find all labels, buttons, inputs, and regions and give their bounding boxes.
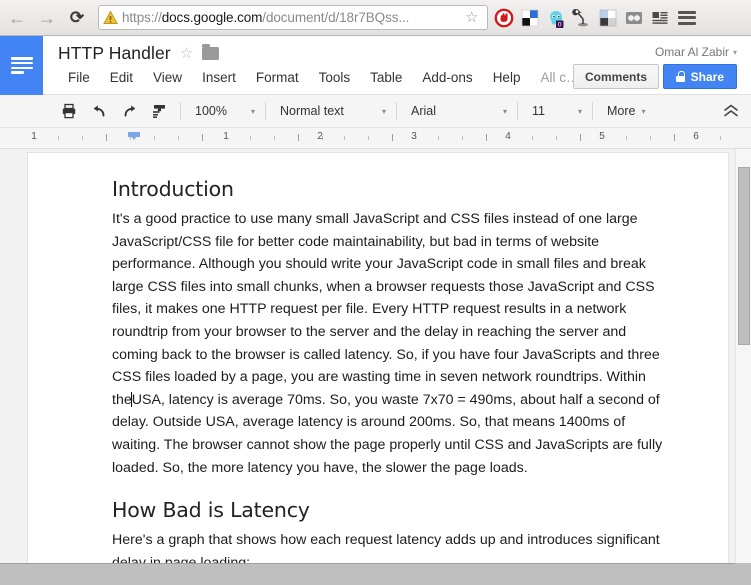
docs-logo-lines-icon — [10, 57, 33, 74]
menu-item-table[interactable]: Table — [360, 67, 412, 88]
chevron-down-icon: ▾ — [577, 106, 582, 116]
collapse-chevrons-icon[interactable] — [723, 104, 739, 118]
back-arrow-icon[interactable]: ← — [4, 5, 30, 31]
toolbar-separator — [265, 102, 266, 120]
document-body[interactable]: Introduction It's a good practice to use… — [28, 153, 728, 563]
menu-item-tools[interactable]: Tools — [309, 67, 361, 88]
font-family-dropdown[interactable]: Arial ▾ — [403, 99, 511, 123]
ruler-number: 2 — [317, 131, 323, 142]
url-text: https://docs.google.com/document/d/18r7B… — [122, 10, 410, 25]
page-title[interactable]: HTTP Handler — [58, 43, 171, 64]
heading-introduction: Introduction — [112, 177, 234, 201]
ruler-number: 3 — [411, 131, 417, 142]
more-options-dropdown[interactable]: More ▾ — [599, 99, 650, 123]
paragraph-text-after-caret: USA, latency is average 70ms. So, you wa… — [112, 391, 663, 476]
menu-item-addons[interactable]: Add-ons — [412, 67, 482, 88]
vertical-scrollbar-thumb[interactable] — [738, 167, 750, 345]
horizontal-scrollbar[interactable] — [0, 563, 751, 585]
share-button[interactable]: Share — [662, 64, 737, 89]
folder-icon[interactable] — [202, 44, 220, 60]
ruler-number: 6 — [693, 131, 699, 142]
format-toolbar: 100% ▾ Normal text ▾ Arial ▾ 11 ▾ More ▾ — [0, 95, 751, 128]
ruler-number: 1 — [223, 131, 229, 142]
chevron-down-icon: ▾ — [250, 106, 255, 116]
browser-chrome: ← → ⟳ https://docs.google.com/document/d… — [0, 0, 751, 36]
docs-app-header: HTTP Handler ☆ File Edit View Insert For… — [0, 36, 751, 95]
chevron-down-icon: ▾ — [502, 106, 507, 116]
paragraph-style-value: Normal text — [280, 104, 344, 118]
toolbar-separator — [517, 102, 518, 120]
menu-item-format[interactable]: Format — [246, 67, 309, 88]
adblock-stop-icon[interactable] — [494, 8, 514, 28]
warning-lock-icon — [103, 10, 118, 25]
toolbar-separator — [592, 102, 593, 120]
chevron-down-icon: ▾ — [381, 106, 386, 116]
more-label: More — [607, 104, 636, 118]
ruler-number: 5 — [599, 131, 605, 142]
toolbar-separator — [396, 102, 397, 120]
comments-button[interactable]: Comments — [572, 64, 659, 89]
extension-icon-bar: 0 — [494, 8, 670, 28]
zoom-dropdown[interactable]: 100% ▾ — [187, 99, 259, 123]
docs-menu-bar: File Edit View Insert Format Tools Table… — [58, 67, 589, 88]
checker-squares-icon[interactable] — [598, 8, 618, 28]
ruler-track: 1 1 2 3 4 5 6 — [28, 128, 728, 148]
reload-icon[interactable]: ⟳ — [64, 5, 90, 31]
indent-marker-icon[interactable] — [128, 132, 140, 140]
paragraph-how-bad-is-latency[interactable]: Here's a graph that shows how each reque… — [112, 529, 666, 563]
font-family-value: Arial — [411, 104, 437, 118]
hamburger-menu-icon[interactable] — [678, 10, 696, 25]
ruler-number: 1 — [31, 131, 37, 142]
menu-item-view[interactable]: View — [143, 67, 192, 88]
chevron-down-icon: ▾ — [641, 106, 646, 116]
user-account-menu[interactable]: Omar Al Zabir ▾ — [655, 45, 737, 59]
document-page[interactable]: Introduction It's a good practice to use… — [28, 153, 728, 563]
undo-icon[interactable] — [86, 99, 112, 123]
document-canvas[interactable]: Introduction It's a good practice to use… — [0, 149, 751, 563]
user-name-label: Omar Al Zabir — [654, 45, 729, 59]
two-circles-icon[interactable] — [624, 8, 644, 28]
svg-text:0: 0 — [558, 20, 562, 27]
ghostery-ghost-icon[interactable]: 0 — [546, 8, 566, 28]
chevron-down-icon: ▾ — [732, 47, 737, 57]
star-outline-icon[interactable]: ☆ — [180, 46, 193, 61]
paragraph-introduction[interactable]: It's a good practice to use many small J… — [112, 208, 666, 479]
menu-item-help[interactable]: Help — [483, 67, 531, 88]
share-button-label: Share — [690, 69, 724, 84]
ruler-number: 4 — [505, 131, 511, 142]
lock-icon — [675, 71, 685, 82]
font-size-dropdown[interactable]: 11 ▾ — [524, 99, 586, 123]
reading-list-icon[interactable] — [650, 8, 670, 28]
desk-lamp-icon[interactable] — [572, 8, 592, 28]
color-squares-icon[interactable] — [520, 8, 540, 28]
redo-icon[interactable] — [116, 99, 142, 123]
ruler[interactable]: 1 1 2 3 4 5 6 — [0, 128, 751, 149]
paint-format-icon[interactable] — [146, 99, 172, 123]
bookmark-star-icon[interactable]: ☆ — [465, 10, 482, 25]
zoom-value: 100% — [195, 104, 227, 118]
menu-item-edit[interactable]: Edit — [100, 67, 143, 88]
document-title-row: HTTP Handler ☆ — [58, 43, 220, 64]
menu-item-file[interactable]: File — [58, 67, 100, 88]
heading-how-bad-is-latency: How Bad is Latency — [112, 498, 310, 523]
google-docs-logo[interactable] — [0, 36, 43, 95]
scrollbar-corner — [735, 563, 751, 585]
toolbar-separator — [180, 102, 181, 120]
comments-button-label: Comments — [584, 69, 647, 84]
print-icon[interactable] — [56, 99, 82, 123]
paragraph-style-dropdown[interactable]: Normal text ▾ — [272, 99, 390, 123]
forward-arrow-icon[interactable]: → — [34, 5, 60, 31]
address-bar[interactable]: https://docs.google.com/document/d/18r7B… — [98, 5, 488, 30]
font-size-value: 11 — [532, 104, 545, 118]
vertical-scrollbar[interactable] — [735, 149, 751, 563]
paragraph-text-before-caret: It's a good practice to use many small J… — [112, 211, 660, 408]
menu-item-insert[interactable]: Insert — [192, 67, 246, 88]
